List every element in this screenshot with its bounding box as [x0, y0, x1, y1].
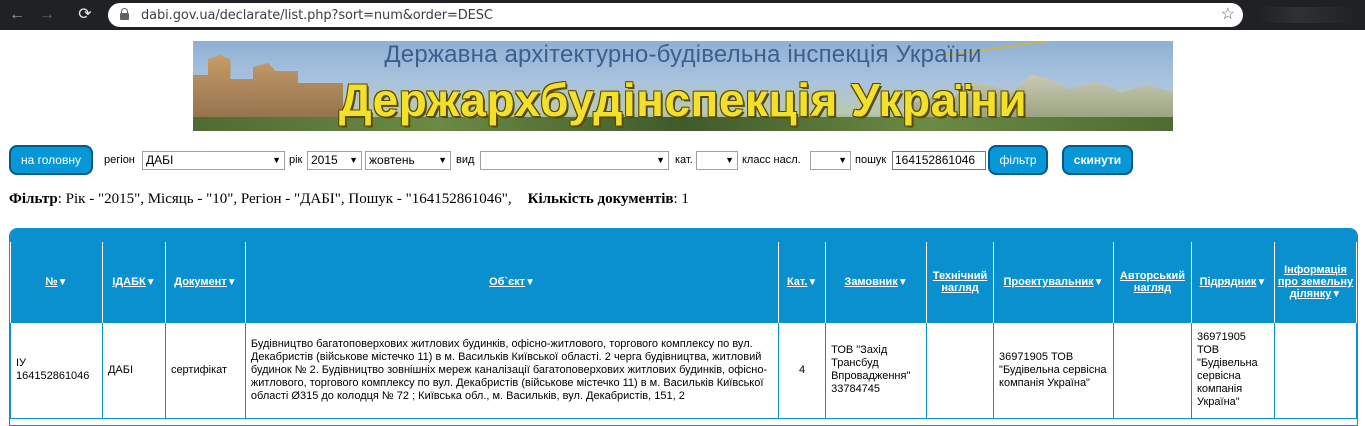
- column-header-customer[interactable]: Замовник▼: [825, 242, 928, 322]
- filter-summary-label: Фільтр: [9, 191, 58, 207]
- sort-arrow-icon[interactable]: ▼: [898, 277, 908, 288]
- cell-customer: ТОВ "Захід Трансбуд Впровадження" 337847…: [825, 321, 928, 419]
- cell-document: сертифікат: [164, 321, 246, 419]
- site-banner[interactable]: Державна архітектурно-будівельна інспекц…: [193, 41, 1173, 131]
- dropdown-arrow-icon: ▼: [838, 155, 847, 165]
- cell-idabk: ДАБІ: [101, 321, 166, 419]
- table-header-row: №▼ ІДАБК▼ Документ▼ Об`єкт▼ Кат.▼ Замовн…: [10, 242, 1357, 322]
- filter-button[interactable]: фільтр: [988, 145, 1048, 175]
- cell-object: Будівництво багатоповерхових житлових бу…: [244, 321, 780, 419]
- year-label: рік: [289, 154, 303, 166]
- column-header-land-info[interactable]: Інформація про земельну ділянку▼: [1273, 242, 1357, 322]
- dropdown-arrow-icon: ▼: [656, 155, 665, 165]
- column-header-tech-supervision[interactable]: Технічний нагляд: [926, 242, 995, 322]
- bookmark-star-icon[interactable]: ☆: [1221, 4, 1235, 24]
- category-label: кат.: [675, 154, 693, 166]
- dropdown-arrow-icon: ▼: [272, 155, 281, 165]
- home-button[interactable]: на головну: [9, 145, 93, 175]
- dropdown-arrow-icon: ▼: [349, 155, 358, 165]
- type-label: вид: [456, 154, 475, 166]
- back-arrow-icon[interactable]: ←: [6, 4, 28, 26]
- banner-subtitle: Державна архітектурно-будівельна інспекц…: [384, 41, 982, 68]
- lock-icon: [120, 8, 129, 20]
- sort-arrow-icon[interactable]: ▼: [807, 277, 817, 288]
- url-text[interactable]: dabi.gov.ua/declarate/list.php?sort=num&…: [141, 8, 493, 23]
- table-row: ІУ 164152861046 ДАБІ сертифікат Будівниц…: [10, 321, 1357, 419]
- filter-summary-text: : Рік - "2015", Місяць - "10", Регіон - …: [57, 191, 512, 207]
- declarations-table: №▼ ІДАБК▼ Документ▼ Об`єкт▼ Кат.▼ Замовн…: [10, 242, 1357, 419]
- column-header-object[interactable]: Об`єкт▼: [244, 242, 780, 322]
- browser-toolbar: ← → ⟳ dabi.gov.ua/declarate/list.php?sor…: [0, 0, 1365, 30]
- cell-contractor: 36971905 ТОВ "Будівельна сервісна компан…: [1190, 321, 1275, 419]
- table-top-bar: [10, 229, 1357, 242]
- search-label: пошук: [855, 154, 887, 166]
- category-select[interactable]: ▼: [696, 151, 738, 170]
- month-select[interactable]: жовтень ▼: [365, 151, 451, 170]
- cell-author-supervision: [1113, 321, 1192, 419]
- reset-button[interactable]: скинути: [1062, 145, 1133, 175]
- region-select-value: ДАБІ: [146, 153, 174, 167]
- sort-arrow-icon[interactable]: ▼: [58, 277, 68, 288]
- cell-category: 4: [778, 321, 827, 419]
- cell-number: ІУ 164152861046: [10, 321, 103, 419]
- column-header-designer[interactable]: Проектувальник▼: [993, 242, 1114, 322]
- declarations-table-container: №▼ ІДАБК▼ Документ▼ Об`єкт▼ Кат.▼ Замовн…: [9, 228, 1358, 426]
- column-header-idabk[interactable]: ІДАБК▼: [101, 242, 166, 322]
- cell-tech-supervision: [926, 321, 995, 419]
- sort-arrow-icon[interactable]: ▼: [146, 277, 156, 288]
- column-header-number[interactable]: №▼: [10, 242, 103, 322]
- forward-arrow-icon[interactable]: →: [36, 4, 58, 26]
- cell-land-info: [1273, 321, 1357, 419]
- dropdown-arrow-icon: ▼: [725, 155, 734, 165]
- filter-summary: Фільтр: Рік - "2015", Місяць - "10", Рег…: [9, 191, 689, 208]
- dropdown-arrow-icon: ▼: [438, 155, 447, 165]
- column-header-author-supervision[interactable]: Авторський нагляд: [1113, 242, 1192, 322]
- extensions-area: [1258, 7, 1358, 23]
- year-select-value: 2015: [311, 153, 338, 167]
- month-select-value: жовтень: [369, 153, 415, 167]
- cell-designer: 36971905 ТОВ "Будівельна сервісна компан…: [993, 321, 1114, 419]
- column-header-contractor[interactable]: Підрядник▼: [1190, 242, 1275, 322]
- region-select[interactable]: ДАБІ ▼: [142, 151, 285, 170]
- document-count-label: Кількість документів: [527, 191, 674, 207]
- sort-arrow-icon[interactable]: ▼: [227, 277, 237, 288]
- sort-arrow-icon[interactable]: ▼: [1331, 289, 1341, 300]
- class-select[interactable]: ▼: [810, 151, 851, 170]
- reload-icon[interactable]: ⟳: [74, 4, 96, 26]
- class-label: класс насл.: [742, 154, 801, 166]
- banner-title: Держархбудінспекція України: [338, 74, 1028, 126]
- sort-arrow-icon[interactable]: ▼: [1256, 277, 1266, 288]
- type-select[interactable]: ▼: [480, 151, 669, 170]
- column-header-document[interactable]: Документ▼: [164, 242, 246, 322]
- region-label: регіон: [104, 154, 135, 166]
- sort-arrow-icon[interactable]: ▼: [525, 277, 535, 288]
- document-count-value: : 1: [673, 191, 689, 207]
- year-select[interactable]: 2015 ▼: [307, 151, 362, 170]
- search-input[interactable]: 164152861046: [892, 151, 986, 170]
- column-header-category[interactable]: Кат.▼: [778, 242, 827, 322]
- address-bar[interactable]: dabi.gov.ua/declarate/list.php?sort=num&…: [108, 3, 1243, 27]
- sort-arrow-icon[interactable]: ▼: [1094, 277, 1104, 288]
